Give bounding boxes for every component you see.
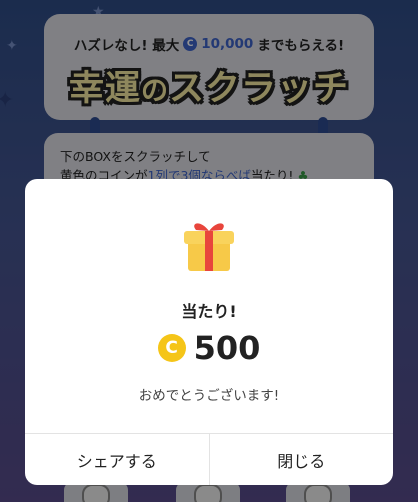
reward-amount: 500 [193,329,261,367]
gift-icon [184,223,234,271]
coin-icon: C [157,334,186,362]
reward-amount-row: C 500 [25,329,393,367]
close-button[interactable]: 閉じる [208,434,394,485]
share-button[interactable]: シェアする [25,434,209,485]
dialog-footer: シェアする 閉じる [25,433,393,485]
result-dialog: 当たり! C 500 おめでとうございます! シェアする 閉じる [25,179,393,485]
win-title: 当たり! [181,302,237,321]
congrats-message: おめでとうございます! [138,388,280,404]
